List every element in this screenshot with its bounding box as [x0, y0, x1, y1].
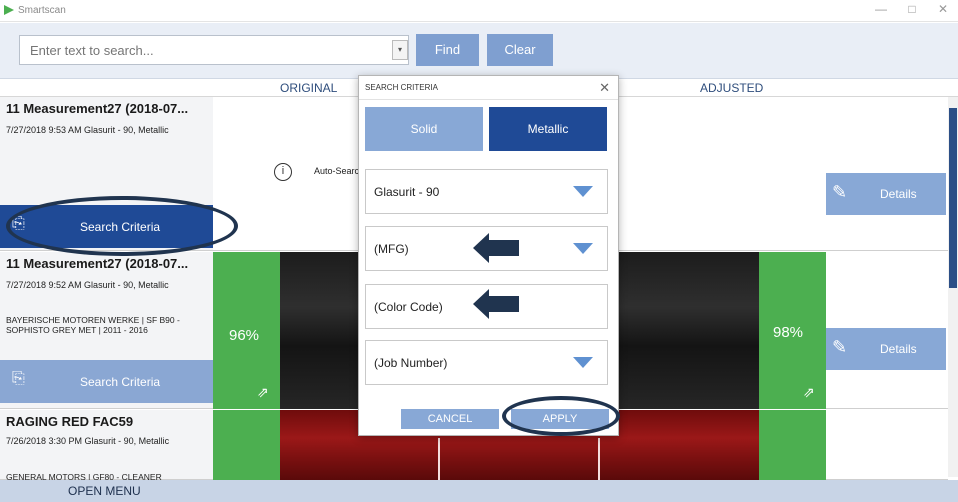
- dropdown-arrow-icon: [573, 357, 593, 368]
- paint-system-value: Glasurit - 90: [374, 185, 440, 199]
- row-description: BAYERISCHE MOTOREN WERKE | SF B90 - SOPH…: [6, 315, 180, 335]
- pencil-icon: ✎: [832, 182, 848, 202]
- minimize-button[interactable]: —: [872, 2, 890, 16]
- adjusted-match-swatch: [759, 410, 826, 480]
- details-button[interactable]: ✎ Details: [826, 173, 946, 215]
- swatch-divider: [438, 438, 440, 480]
- search-bar: ▾ Find Clear: [0, 23, 958, 79]
- job-number-select[interactable]: (Job Number): [365, 340, 608, 385]
- annotation-highlight-ring: [6, 196, 238, 256]
- share-icon[interactable]: ⇗: [803, 384, 815, 401]
- auto-search-label: Auto-Searc: [314, 166, 360, 176]
- row-meta: 7/27/2018 9:53 AM Glasurit - 90, Metalli…: [6, 125, 169, 135]
- close-icon[interactable]: ✕: [599, 80, 610, 96]
- title-bar: Smartscan — □ ✕: [0, 0, 958, 22]
- original-match-swatch: [213, 410, 280, 480]
- dialog-title: SEARCH CRITERIA: [365, 83, 438, 92]
- search-criteria-label: Search Criteria: [80, 375, 161, 389]
- cancel-button[interactable]: CANCEL: [401, 409, 499, 429]
- paint-system-select[interactable]: Glasurit - 90: [365, 169, 608, 214]
- row-title: 11 Measurement27 (2018-07...: [6, 256, 189, 271]
- info-icon: i: [274, 163, 292, 181]
- clear-button[interactable]: Clear: [487, 34, 553, 66]
- row-meta: 7/26/2018 3:30 PM Glasurit - 90, Metalli…: [6, 436, 170, 446]
- details-button[interactable]: ✎ Details: [826, 328, 946, 370]
- swatch-divider: [598, 438, 600, 480]
- job-number-placeholder: (Job Number): [374, 356, 448, 370]
- share-icon[interactable]: ⇗: [257, 384, 269, 401]
- row-info: RAGING RED FAC59 7/26/2018 3:30 PM Glasu…: [0, 410, 213, 482]
- annotation-arrow-icon: [473, 289, 519, 319]
- original-match-percent: 96%: [229, 327, 260, 344]
- row-title: RAGING RED FAC59: [6, 414, 134, 429]
- row-title: 11 Measurement27 (2018-07...: [6, 101, 189, 116]
- details-label: Details: [880, 342, 917, 356]
- chevron-down-icon: ▾: [397, 45, 402, 54]
- dropdown-arrow-icon: [573, 243, 593, 254]
- search-dropdown-button[interactable]: ▾: [392, 40, 408, 60]
- metallic-toggle[interactable]: Metallic: [489, 107, 607, 151]
- mfg-placeholder: (MFG): [374, 242, 409, 256]
- open-menu-button[interactable]: OPEN MENU: [68, 484, 141, 498]
- restore-button[interactable]: □: [903, 2, 921, 16]
- search-criteria-button[interactable]: ⎘ Search Criteria: [0, 360, 213, 403]
- original-match-swatch: 96% ⇗: [213, 252, 280, 409]
- bottom-bar: OPEN MENU: [0, 480, 958, 502]
- app-title: Smartscan: [18, 5, 66, 16]
- scrollbar-thumb[interactable]: [949, 108, 957, 288]
- details-label: Details: [880, 187, 917, 201]
- adjusted-match-percent: 98%: [773, 324, 804, 341]
- original-color-swatch: [280, 252, 360, 409]
- dialog-header: SEARCH CRITERIA ✕: [359, 76, 618, 100]
- find-button[interactable]: Find: [416, 34, 479, 66]
- search-criteria-dialog: SEARCH CRITERIA ✕ Solid Metallic Glasuri…: [358, 75, 619, 436]
- adjusted-color-swatch: [619, 252, 759, 409]
- column-original: ORIGINAL: [280, 81, 338, 95]
- pencil-icon: ✎: [832, 337, 848, 357]
- search-input[interactable]: [19, 35, 409, 65]
- close-button[interactable]: ✕: [934, 2, 952, 16]
- column-adjusted: ADJUSTED: [700, 81, 764, 95]
- search-criteria-icon: ⎘: [12, 370, 25, 387]
- solid-toggle[interactable]: Solid: [365, 107, 483, 151]
- color-code-placeholder: (Color Code): [374, 300, 443, 314]
- dropdown-arrow-icon: [573, 186, 593, 197]
- annotation-arrow-icon: [473, 233, 519, 263]
- annotation-highlight-ring: [502, 396, 620, 436]
- adjusted-match-swatch: 98% ⇗: [759, 252, 826, 409]
- app-logo-icon: [4, 5, 14, 15]
- row-meta: 7/27/2018 9:52 AM Glasurit - 90, Metalli…: [6, 280, 169, 290]
